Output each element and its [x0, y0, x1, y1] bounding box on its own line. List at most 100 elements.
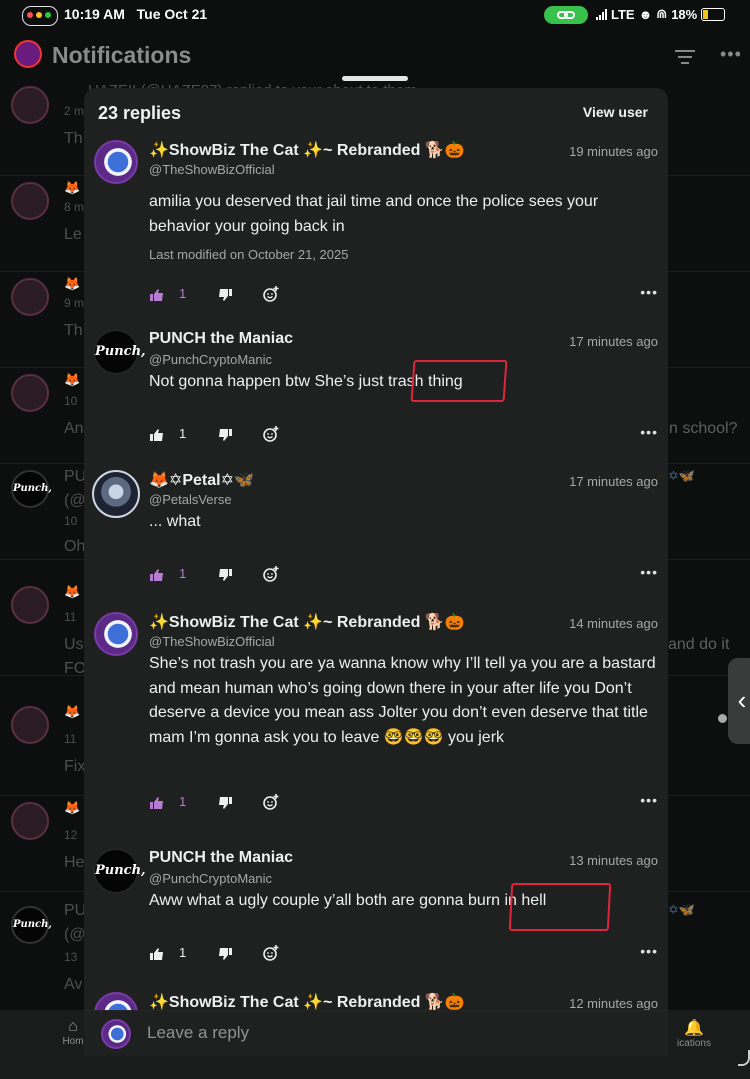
comment-author[interactable]: ✨ShowBiz The Cat ✨~ Rebranded 🐕🎃: [149, 140, 465, 160]
avatar: [11, 86, 49, 124]
comment-actions: 1 •••: [84, 564, 668, 587]
bell-icon: 🔔: [684, 1020, 704, 1037]
notification-preview: An: [64, 420, 84, 437]
like-count: 1: [179, 286, 187, 301]
add-reaction-icon[interactable]: [263, 426, 279, 447]
more-options-icon[interactable]: •••: [640, 792, 658, 808]
thumbs-up-icon[interactable]: [150, 947, 164, 965]
notification-time: 11: [64, 732, 77, 746]
avatar[interactable]: [94, 992, 138, 1010]
fox-icon: 🦊: [64, 372, 81, 387]
notification-time: 10: [64, 394, 78, 408]
notification-preview: Th: [64, 322, 83, 339]
comment-actions: 1 •••: [84, 284, 668, 307]
thumbs-down-icon[interactable]: [218, 288, 232, 306]
notification-time: 9 m: [64, 296, 85, 310]
notification-time: 11: [64, 610, 77, 624]
thumbs-down-icon[interactable]: [218, 568, 232, 586]
avatar: Punch,: [11, 470, 52, 508]
comment-author[interactable]: PUNCH the Maniac: [149, 330, 293, 348]
app-logo: [14, 40, 42, 68]
notification-preview: Le: [64, 226, 82, 243]
notification-name: PU: [64, 902, 87, 919]
comment-time: 17 minutes ago: [569, 474, 658, 489]
view-user-button[interactable]: View user: [583, 104, 648, 120]
comment-author[interactable]: PUNCH the Maniac: [149, 849, 293, 867]
comment-actions: 1 •••: [84, 424, 668, 447]
thumbs-up-icon[interactable]: [150, 568, 164, 586]
fox-icon: 🦊: [64, 800, 81, 815]
comment-handle[interactable]: @TheShowBizOfficial: [149, 162, 275, 177]
more-options-icon[interactable]: •••: [640, 943, 658, 959]
notification-time: 8 m: [64, 200, 85, 214]
side-panel-handle[interactable]: ‹: [728, 658, 750, 744]
avatar[interactable]: [94, 612, 138, 656]
more-options-icon[interactable]: •••: [640, 424, 658, 440]
sheet-grabber[interactable]: [342, 76, 408, 81]
avatar: [101, 1019, 131, 1049]
notification-time: 10: [64, 514, 78, 528]
avatar: [11, 278, 49, 316]
more-icon[interactable]: •••: [720, 44, 742, 65]
comment-handle[interactable]: @PunchCryptoManic: [149, 871, 272, 886]
thumbs-up-icon[interactable]: [150, 288, 164, 306]
avatar[interactable]: Punch,: [94, 849, 146, 893]
window-dots-icon[interactable]: [22, 6, 58, 26]
comment-actions: 1 •••: [84, 943, 668, 966]
like-count: 1: [179, 945, 187, 960]
link-icon: [544, 6, 588, 24]
thumbs-up-icon[interactable]: [150, 428, 164, 446]
comment-author[interactable]: 🦊✡Petal✡🦋: [149, 470, 254, 490]
more-options-icon[interactable]: •••: [640, 564, 658, 580]
butterfly-icon: ✡🦋: [668, 468, 696, 483]
signal-icon: [596, 8, 607, 20]
thumbs-down-icon[interactable]: [218, 947, 232, 965]
avatar[interactable]: [92, 470, 140, 518]
filter-icon[interactable]: [675, 46, 695, 68]
comment-author[interactable]: ✨ShowBiz The Cat ✨~ Rebranded 🐕🎃: [149, 612, 465, 632]
avatar[interactable]: Punch,: [94, 330, 146, 374]
battery-label: 18%: [671, 6, 698, 22]
thumbs-down-icon[interactable]: [218, 428, 232, 446]
add-reaction-icon[interactable]: [263, 566, 279, 587]
last-modified: Last modified on October 21, 2025: [149, 247, 349, 262]
notification-overflow-text: and do it: [668, 636, 730, 653]
notification-preview: Oh: [64, 538, 86, 555]
like-count: 1: [179, 426, 187, 441]
comment-handle[interactable]: @PetalsVerse: [149, 492, 232, 507]
comment-handle[interactable]: @PunchCryptoManic: [149, 352, 272, 367]
comment-list: ✨ShowBiz The Cat ✨~ Rebranded 🐕🎃 @TheSho…: [84, 140, 668, 1010]
comment-author[interactable]: ✨ShowBiz The Cat ✨~ Rebranded 🐕🎃: [149, 992, 465, 1010]
notification-time: 13: [64, 950, 78, 964]
headphones-icon: ⋒: [656, 6, 668, 21]
comment-time: 12 minutes ago: [569, 996, 658, 1010]
like-count: 1: [179, 566, 187, 581]
avatar: [11, 374, 49, 412]
comment-handle[interactable]: @TheShowBizOfficial: [149, 634, 275, 649]
add-reaction-icon[interactable]: [263, 794, 279, 815]
butterfly-icon: ✡🦋: [668, 902, 696, 917]
notification-time: 12: [64, 828, 78, 842]
more-options-icon[interactable]: •••: [640, 284, 658, 300]
do-not-disturb-icon: ☻: [638, 6, 653, 22]
notification-preview-line2: FO: [64, 660, 87, 677]
comment-body: Not gonna happen btw She’s just trash th…: [149, 373, 463, 390]
annotation-circle: [508, 883, 612, 931]
thumbs-up-icon[interactable]: [150, 796, 164, 814]
add-reaction-icon[interactable]: [263, 286, 279, 307]
fox-icon: 🦊: [64, 584, 81, 599]
tab-notifications[interactable]: 🔔 ications: [664, 1018, 724, 1049]
notification-handle: (@: [64, 492, 86, 509]
comment-body: amilia you deserved that jail time and o…: [149, 193, 599, 235]
thumbs-down-icon[interactable]: [218, 796, 232, 814]
status-time: 10:19 AM Tue Oct 21: [64, 6, 208, 22]
notification-preview: Us: [64, 636, 84, 653]
sheet-header: 23 replies View user: [84, 88, 668, 140]
notification-overflow-text: n school?: [669, 420, 738, 437]
avatar[interactable]: [94, 140, 138, 184]
reply-input[interactable]: Leave a reply: [147, 1023, 249, 1043]
notification-preview: He: [64, 854, 85, 871]
comment-actions: 1 •••: [84, 792, 668, 815]
add-reaction-icon[interactable]: [263, 945, 279, 966]
notification-preview: Fix: [64, 758, 86, 775]
